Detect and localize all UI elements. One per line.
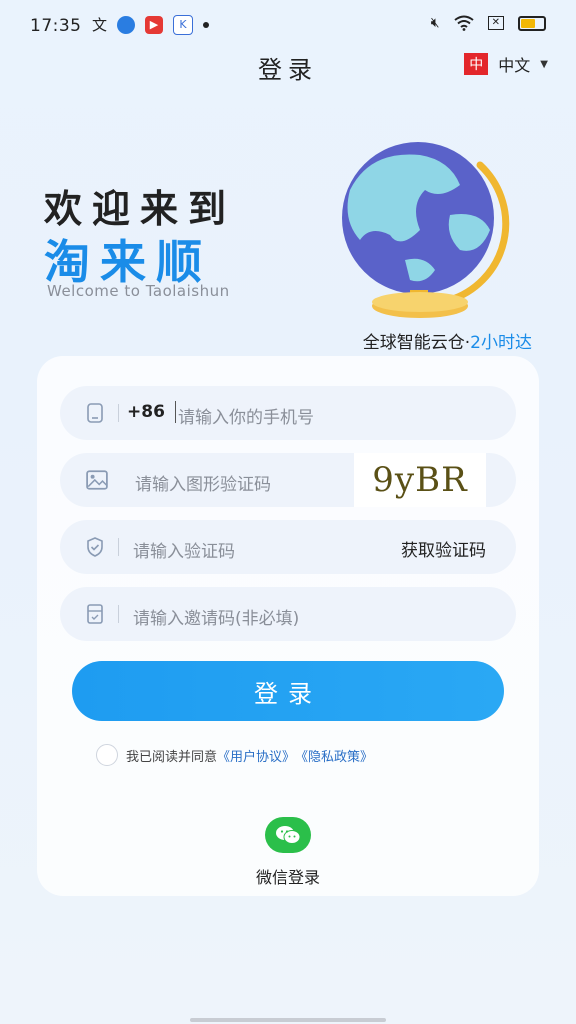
agreement-row: 我已阅读并同意 《用户协议》 《隐私政策》 xyxy=(96,744,373,766)
login-button[interactable]: 登录 xyxy=(72,661,504,721)
globe-illustration xyxy=(342,142,510,318)
video-app-icon: ▶ xyxy=(145,15,164,34)
wifi-icon xyxy=(453,15,474,31)
captcha-input[interactable]: 请输入图形验证码 xyxy=(135,470,271,495)
lang-badge: 中 xyxy=(464,53,489,75)
captcha-text: 9yBR xyxy=(372,460,468,500)
text-cursor xyxy=(175,401,176,423)
invite-doc-icon xyxy=(87,604,103,624)
field-divider xyxy=(118,538,119,556)
welcome-heading: 欢迎来到 xyxy=(44,187,237,231)
sms-code-field[interactable]: 请输入验证码 获取验证码 xyxy=(60,520,516,574)
user-agreement-link[interactable]: 《用户协议》 xyxy=(217,746,295,765)
status-icons-left: 文 ▶ K xyxy=(92,14,210,35)
field-divider xyxy=(118,404,119,422)
get-code-button[interactable]: 获取验证码 xyxy=(401,536,486,561)
ks-app-icon: K xyxy=(173,14,194,35)
mute-icon: 🔇︎ xyxy=(430,15,440,31)
invite-code-input[interactable]: 请输入邀请码(非必填) xyxy=(133,604,299,629)
battery-icon xyxy=(518,15,546,31)
welcome-english: Welcome to Taolaishun xyxy=(47,282,230,300)
caret-down-icon: ▼ xyxy=(540,58,548,70)
sms-code-input[interactable]: 请输入验证码 xyxy=(133,537,235,562)
status-icons-right: 🔇︎ ✕ xyxy=(431,15,546,31)
captcha-image[interactable]: 9yBR xyxy=(354,453,486,507)
agree-checkbox[interactable] xyxy=(96,744,118,766)
phone-icon xyxy=(87,403,103,423)
invite-code-field[interactable]: 请输入邀请码(非必填) xyxy=(60,587,516,641)
field-divider xyxy=(118,605,119,623)
status-time: 17:35 xyxy=(30,16,82,36)
wechat-login-label[interactable]: 微信登录 xyxy=(0,864,576,888)
lang-label: 中文 xyxy=(498,56,531,75)
tagline: 全球智能云仓·2小时达 xyxy=(363,328,532,353)
tagline-main: 全球智能云仓· xyxy=(362,333,471,353)
blue-app-icon xyxy=(117,15,136,34)
wechat-icon xyxy=(276,826,301,844)
phone-input[interactable]: 请输入你的手机号 xyxy=(178,403,314,428)
privacy-policy-link[interactable]: 《隐私政策》 xyxy=(295,746,373,765)
shield-icon xyxy=(87,537,103,557)
wechat-login-button[interactable] xyxy=(265,817,311,853)
close-box-icon: ✕ xyxy=(487,16,504,30)
captcha-field[interactable]: 请输入图形验证码 9yBR xyxy=(60,453,516,507)
country-code[interactable]: +86 xyxy=(127,402,165,422)
home-indicator[interactable] xyxy=(190,1018,386,1022)
dot-icon xyxy=(203,21,210,28)
tagline-highlight: 2小时达 xyxy=(470,333,532,353)
phone-field[interactable]: +86 请输入你的手机号 xyxy=(60,386,516,440)
language-selector[interactable]: 中 中文 ▼ xyxy=(464,52,548,76)
translate-icon: 文 xyxy=(92,16,108,34)
image-icon xyxy=(86,470,108,490)
agreement-text: 我已阅读并同意 xyxy=(126,749,218,765)
